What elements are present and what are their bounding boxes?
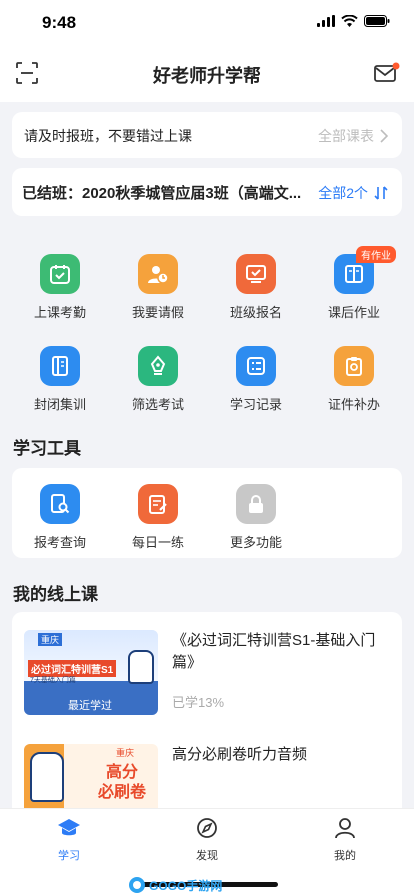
tab-mine[interactable]: 我的 — [305, 817, 385, 863]
watermark-logo-icon — [129, 877, 145, 893]
watermark-text: GOGO手游网 — [149, 878, 223, 893]
practice-icon — [138, 484, 178, 524]
homework-badge: 有作业 — [356, 246, 396, 263]
monitor-check-icon — [236, 254, 276, 294]
tool-label: 更多功能 — [229, 535, 282, 550]
tool-more[interactable]: 更多功能 — [207, 484, 305, 551]
class-name: 已结班：2020秋季城管应届3班（高端文... — [22, 185, 302, 202]
mascot-image — [128, 650, 154, 684]
battery-icon — [364, 15, 390, 27]
all-classes-label: 全部2个 — [318, 185, 368, 201]
feature-label: 筛选考试 — [131, 397, 184, 412]
book-icon: 有作业 — [334, 246, 396, 294]
nav-bar: 好老师升学帮 — [0, 44, 414, 102]
feature-records[interactable]: 学习记录 — [207, 346, 305, 413]
pen-nib-icon — [138, 346, 178, 386]
courses-card: 重庆 必过词汇特训营S1 7天基础入门篇 最近学过 《必过词汇特训营S1-基础入… — [12, 612, 402, 808]
tools-card: 报考查询 每日一练 更多功能 — [12, 468, 402, 558]
feature-label: 课后作业 — [327, 305, 380, 320]
feature-label: 班级报名 — [229, 305, 282, 320]
status-bar: 9:48 — [0, 0, 414, 44]
calendar-check-icon — [40, 254, 80, 294]
all-schedule-link[interactable]: 全部课表 — [318, 126, 388, 146]
tab-discover[interactable]: 发现 — [167, 817, 247, 863]
feature-leave[interactable]: 我要请假 — [109, 254, 207, 321]
feature-grid: 上课考勤 我要请假 班级报名 有作业 课后作业 封闭集训 筛选考试 学习记录 证… — [0, 246, 414, 414]
thumb-tag: 最近学过 — [68, 700, 112, 712]
course-title: 《必过词汇特训营S1-基础入门篇》 — [172, 632, 376, 671]
notice-card[interactable]: 请及时报班，不要错过上课 全部课表 — [12, 112, 402, 158]
feature-enroll[interactable]: 班级报名 — [207, 254, 305, 321]
course-item[interactable]: 重庆 高分 必刷卷 高分必刷卷听力音频 — [12, 744, 382, 808]
all-classes-button[interactable]: 全部2个 — [318, 183, 388, 203]
user-clock-icon — [138, 254, 178, 294]
feature-homework[interactable]: 有作业 课后作业 — [305, 246, 403, 321]
page-title: 好老师升学帮 — [153, 66, 261, 86]
list-record-icon — [236, 346, 276, 386]
sort-icon — [374, 186, 388, 200]
tab-label: 学习 — [58, 850, 80, 862]
lock-icon — [236, 484, 276, 524]
tab-label: 发现 — [196, 850, 218, 862]
tab-label: 我的 — [334, 850, 356, 862]
notebook-icon — [40, 346, 80, 386]
wifi-icon — [341, 15, 358, 27]
course-thumbnail: 重庆 高分 必刷卷 — [24, 744, 158, 808]
thumb-sub: 7天基础入门篇 — [30, 677, 76, 684]
status-time: 9:48 — [42, 13, 77, 32]
search-doc-icon — [40, 484, 80, 524]
mascot-image — [30, 752, 64, 802]
courses-title: 我的线上课 — [13, 585, 98, 604]
feature-label: 证件补办 — [327, 397, 380, 412]
feature-label: 学习记录 — [229, 397, 282, 412]
notice-text: 请及时报班，不要错过上课 — [24, 128, 192, 144]
course-item[interactable]: 重庆 必过词汇特训营S1 7天基础入门篇 最近学过 《必过词汇特训营S1-基础入… — [12, 630, 382, 720]
thumb-city: 重庆 — [38, 633, 63, 646]
compass-icon — [197, 818, 217, 838]
class-card[interactable]: 已结班：2020秋季城管应届3班（高端文... 全部2个 — [12, 168, 402, 216]
person-icon — [335, 818, 355, 839]
feature-exam[interactable]: 筛选考试 — [109, 346, 207, 413]
tools-title: 学习工具 — [13, 439, 81, 458]
feature-label: 上课考勤 — [33, 305, 86, 320]
feature-attendance[interactable]: 上课考勤 — [11, 254, 109, 321]
tool-exam-query[interactable]: 报考查询 — [11, 484, 109, 551]
feature-certificate[interactable]: 证件补办 — [305, 346, 403, 413]
signal-icon — [317, 15, 335, 27]
chevron-right-icon — [380, 129, 388, 143]
tab-bar: 学习 发现 我的 GOGO手游网 — [0, 808, 414, 896]
mail-icon[interactable] — [374, 62, 400, 84]
course-title: 高分必刷卷听力音频 — [172, 746, 308, 763]
tab-study[interactable]: 学习 — [29, 817, 109, 863]
feature-training[interactable]: 封闭集训 — [11, 346, 109, 413]
status-icons — [317, 15, 390, 27]
thumb-headline-2: 必刷卷 — [98, 784, 147, 801]
feature-label: 封闭集训 — [33, 397, 86, 412]
feature-label: 我要请假 — [131, 305, 184, 320]
watermark: GOGO手游网 — [128, 876, 222, 894]
tool-label: 报考查询 — [33, 535, 86, 550]
all-schedule-label: 全部课表 — [318, 128, 374, 144]
certificate-icon — [334, 346, 374, 386]
course-thumbnail: 重庆 必过词汇特训营S1 7天基础入门篇 最近学过 — [24, 630, 158, 715]
course-progress: 已学13% — [172, 695, 225, 710]
graduation-cap-icon — [58, 819, 80, 836]
tool-label: 每日一练 — [131, 535, 184, 550]
tool-daily-practice[interactable]: 每日一练 — [109, 484, 207, 551]
